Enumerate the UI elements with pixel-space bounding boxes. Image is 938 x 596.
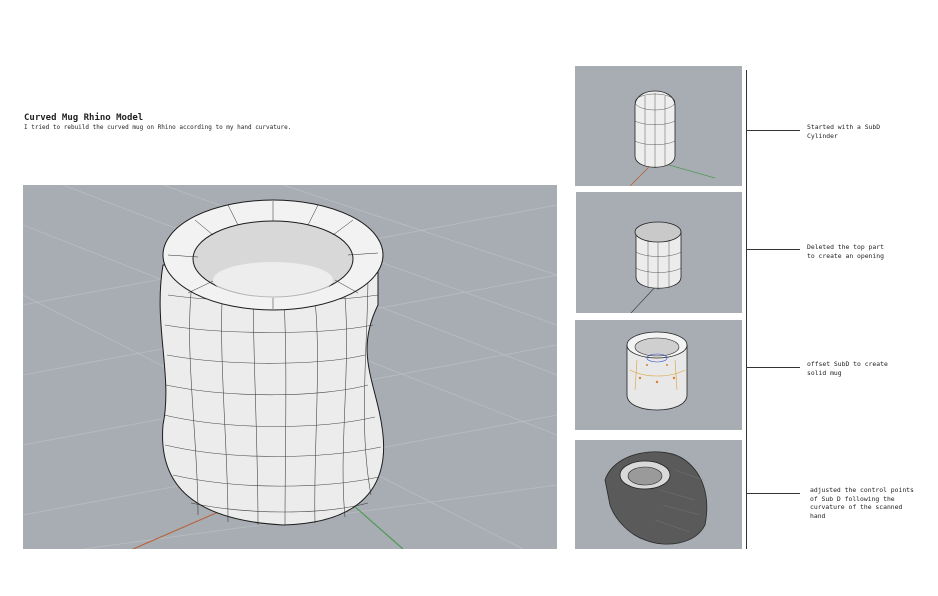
step-3-label: offset SubD to create solid mug — [807, 360, 888, 377]
step-4-viewport[interactable] — [575, 440, 742, 549]
timeline-tick-1 — [746, 130, 800, 131]
step-1-viewport[interactable] — [575, 66, 742, 186]
scanned-hand-mug-icon — [604, 451, 708, 545]
page-title: Curved Mug Rhino Model — [24, 113, 144, 123]
open-cylinder-icon — [630, 221, 682, 313]
offset-mug-icon — [626, 331, 688, 411]
step-1-label: Started with a SubD Cylinder — [807, 123, 881, 140]
timeline-tick-3 — [746, 367, 800, 368]
process-timeline-line — [746, 70, 747, 549]
main-rhino-viewport[interactable] — [23, 185, 557, 549]
step-2-viewport[interactable] — [576, 192, 742, 313]
timeline-tick-4 — [746, 493, 800, 494]
step-2-label: Deleted the top part to create an openin… — [807, 243, 884, 260]
timeline-tick-2 — [746, 249, 800, 250]
page-subtitle: I tried to rebuild the curved mug on Rhi… — [24, 124, 292, 131]
subd-cylinder-icon — [629, 90, 716, 186]
step-4-label: adjusted the control points of Sub D fol… — [810, 486, 914, 520]
step-3-viewport[interactable] — [575, 320, 742, 430]
curved-mug-model-icon — [23, 185, 557, 549]
